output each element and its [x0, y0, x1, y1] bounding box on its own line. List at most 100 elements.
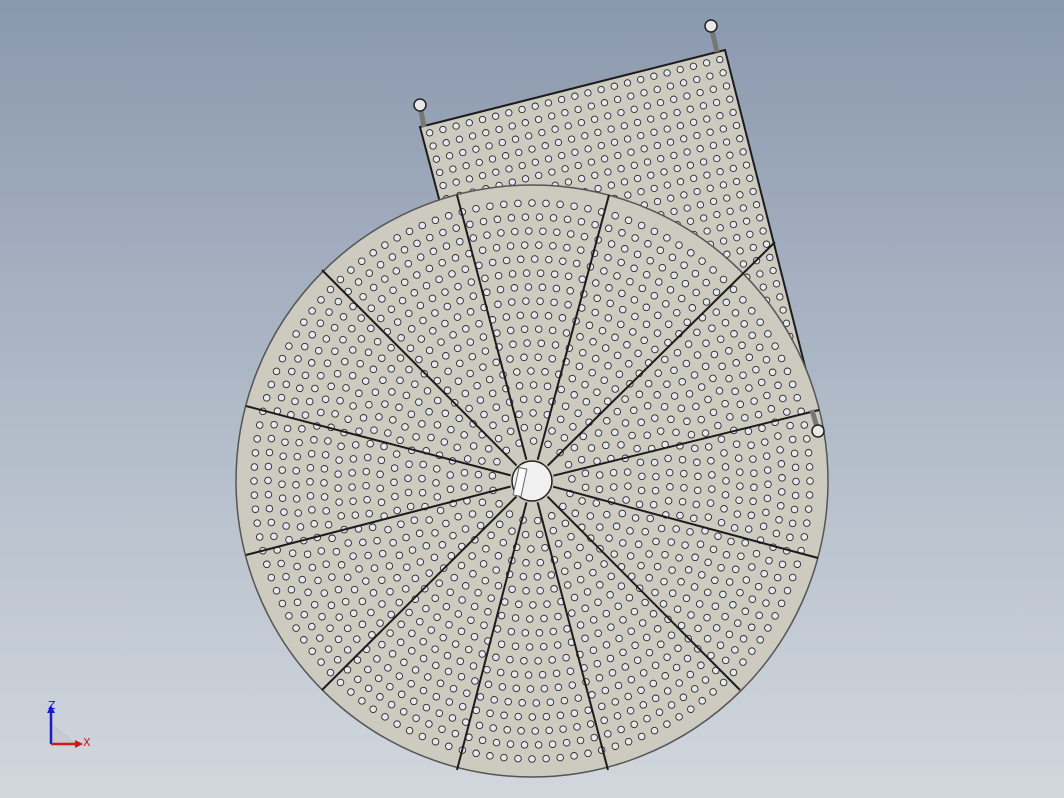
perforation-hole [483, 665, 491, 674]
perforation-hole [355, 389, 363, 398]
perforation-hole [737, 552, 745, 560]
perforation-hole [554, 138, 563, 147]
perforation-hole [522, 269, 531, 277]
perforation-hole [280, 508, 288, 516]
perforation-hole [573, 723, 581, 731]
pin-head [704, 19, 718, 33]
perforation-hole [455, 135, 464, 143]
perforation-hole [676, 178, 685, 186]
perforation-hole [263, 560, 271, 569]
perforation-hole [506, 242, 515, 250]
perforation-hole [681, 541, 689, 549]
perforation-hole [368, 523, 377, 532]
perforation-hole [468, 552, 476, 560]
perforation-hole [706, 499, 715, 507]
perforation-hole [493, 215, 502, 224]
perforation-hole [756, 270, 764, 278]
perforation-hole [576, 333, 584, 341]
perforation-hole [653, 197, 662, 206]
perforation-hole [488, 155, 497, 163]
perforation-hole [604, 314, 613, 322]
perforation-hole [287, 585, 296, 594]
perforation-hole [663, 687, 672, 695]
model-view[interactable] [0, 0, 1064, 798]
perforation-hole [279, 452, 287, 460]
perforation-hole [552, 284, 561, 293]
perforation-hole [530, 311, 539, 319]
perforation-hole [438, 725, 446, 733]
perforation-hole [544, 312, 553, 320]
perforation-hole [415, 529, 424, 538]
perforation-hole [592, 499, 601, 507]
perforation-hole [661, 355, 669, 364]
perforation-hole [790, 449, 799, 458]
perforation-hole [300, 318, 308, 326]
perforation-hole [333, 655, 342, 664]
perforation-hole [410, 697, 418, 706]
perforation-hole [508, 122, 516, 130]
perforation-hole [570, 443, 579, 452]
perforation-hole [748, 331, 756, 340]
perforation-hole [548, 168, 556, 176]
perforation-hole [507, 627, 516, 636]
perforation-hole [288, 549, 297, 557]
perforation-hole [308, 307, 316, 315]
perforation-hole [639, 701, 648, 709]
perforation-hole [647, 171, 655, 179]
perforation-hole [611, 385, 619, 393]
graphics-viewport[interactable]: Z X [0, 0, 1064, 798]
perforation-hole [666, 286, 675, 294]
perforation-hole [589, 616, 598, 624]
perforation-hole [696, 201, 705, 209]
perforation-hole [429, 247, 438, 256]
perforation-hole [698, 571, 706, 579]
perforation-hole [612, 522, 621, 531]
perforation-hole [769, 210, 777, 219]
perforation-hole [429, 327, 437, 335]
perforation-hole [729, 108, 737, 117]
perforation-hole [663, 653, 671, 661]
perforation-hole [675, 713, 683, 721]
perforation-hole [651, 486, 660, 495]
perforation-hole [716, 112, 724, 120]
perforation-hole [386, 682, 394, 691]
perforation-hole [322, 507, 330, 515]
perforation-hole [650, 458, 659, 467]
perforation-hole [579, 348, 587, 357]
perforation-hole [643, 102, 651, 110]
perforation-hole [645, 550, 653, 558]
perforation-hole [805, 463, 814, 471]
mounting-pin[interactable] [704, 19, 720, 53]
perforation-hole [750, 397, 758, 405]
perforation-hole [777, 599, 786, 608]
perforation-hole [503, 726, 511, 734]
perforation-hole [684, 340, 693, 348]
perforation-hole [265, 504, 274, 513]
perforation-hole [675, 554, 683, 562]
perforation-hole [264, 490, 273, 499]
perforation-hole [668, 566, 676, 574]
perforation-hole [634, 349, 642, 358]
perforation-hole [793, 393, 801, 402]
perforation-hole [341, 597, 350, 606]
perforation-hole [348, 324, 356, 333]
mounting-pin[interactable] [413, 98, 427, 128]
perforation-hole [609, 468, 618, 477]
perforation-hole [610, 550, 618, 558]
perforation-hole [348, 469, 356, 477]
perforation-hole [457, 627, 466, 636]
perforation-hole [526, 685, 535, 693]
perforation-hole [749, 131, 757, 140]
perforation-hole [740, 320, 748, 328]
perforation-hole [494, 581, 503, 590]
perforation-hole [430, 360, 439, 369]
perforation-hole [736, 588, 744, 597]
perforation-hole [461, 582, 470, 590]
perforation-hole [407, 410, 416, 418]
perforation-hole [615, 634, 623, 643]
perforation-hole [490, 696, 498, 704]
perforation-hole [386, 587, 394, 596]
perforation-hole [593, 388, 601, 396]
perforation-hole [785, 276, 794, 285]
perforation-hole [733, 619, 742, 627]
